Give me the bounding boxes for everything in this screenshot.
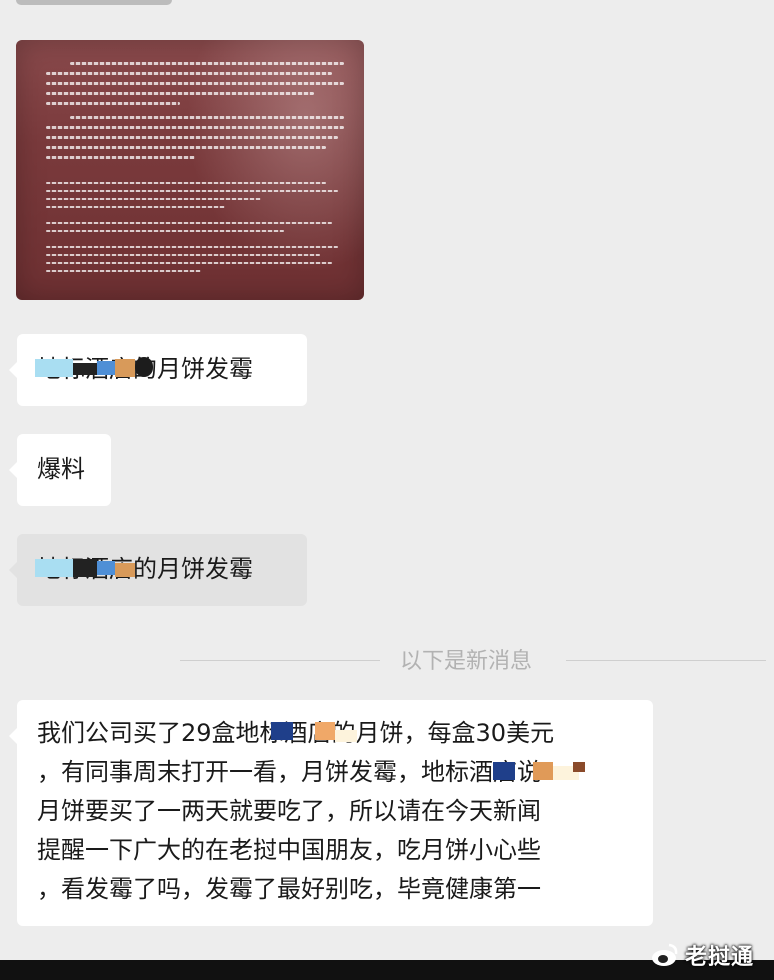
- photo-english-text-block: [46, 182, 344, 278]
- weibo-style-logo-icon: [651, 943, 678, 966]
- message-text: 爆料: [37, 455, 85, 483]
- image-message[interactable]: [16, 40, 364, 300]
- photo-chinese-text-block: [46, 62, 344, 166]
- redaction-mark: [493, 762, 515, 780]
- redaction-mark: [97, 361, 115, 375]
- redaction-mark: [35, 559, 73, 577]
- redaction-mark: [115, 563, 135, 577]
- redaction-mark: [573, 762, 585, 772]
- new-messages-divider: 以下是新消息: [180, 641, 766, 677]
- message-bubble[interactable]: 地标酒店的月饼发霉: [9, 334, 307, 406]
- new-messages-label: 以下是新消息: [400, 649, 533, 674]
- redaction-mark: [73, 559, 97, 577]
- redaction-mark: [115, 359, 135, 377]
- divider-rule-right: [566, 660, 766, 661]
- redaction-mark: [73, 363, 97, 375]
- redaction-mark: [135, 357, 153, 377]
- redaction-mark: [315, 722, 335, 740]
- redaction-mark: [97, 561, 115, 575]
- message-bubble-long[interactable]: 我们公司买了29盒地标酒店的月饼，每盒30美元 ，有同事周末打开一看，月饼发霉，…: [9, 700, 653, 926]
- watermark: 老挝通: [651, 935, 754, 975]
- message-bubble[interactable]: 爆料: [9, 434, 111, 506]
- message-line: 月饼要买了一两天就要吃了，所以请在今天新闻: [37, 797, 541, 825]
- redaction-mark: [533, 762, 553, 780]
- message-line: 提醒一下广大的在老挝中国朋友，吃月饼小心些: [37, 836, 541, 864]
- watermark-text: 老挝通: [684, 945, 754, 970]
- message-bubble-selected[interactable]: 地标酒店的月饼发霉: [9, 534, 307, 606]
- redaction-mark: [35, 359, 73, 377]
- previous-message-stub: [16, 0, 172, 5]
- redaction-mark: [271, 722, 293, 740]
- message-line: ，看发霉了吗，发霉了最好别吃，毕竟健康第一: [37, 875, 541, 903]
- divider-rule-left: [180, 660, 380, 661]
- redaction-mark: [335, 730, 357, 742]
